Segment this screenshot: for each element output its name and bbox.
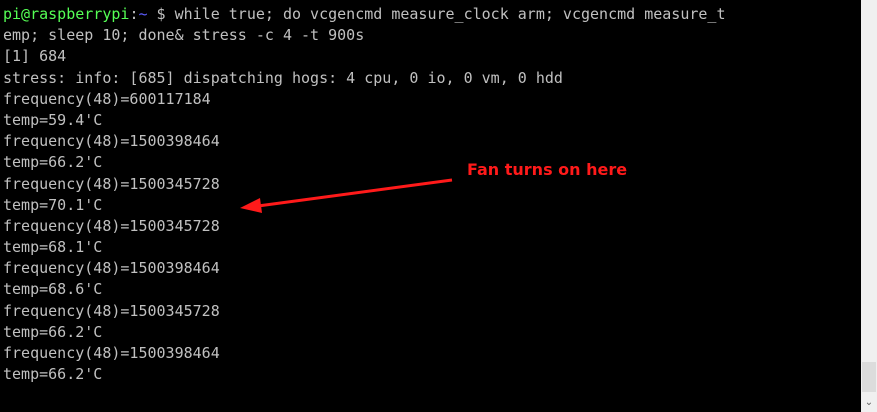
terminal-output-line: frequency(48)=1500398464 <box>3 259 220 278</box>
terminal-output-line: frequency(48)=1500398464 <box>3 344 220 362</box>
terminal-window[interactable]: pi@raspberrypi:~ $ while true; do vcgenc… <box>0 0 861 412</box>
screenshot-frame: pi@raspberrypi:~ $ while true; do vcgenc… <box>0 0 877 412</box>
prompt-symbol: $ <box>147 5 175 23</box>
terminal-output-line: frequency(48)=600117184 <box>3 89 211 108</box>
scrollbar-thumb[interactable] <box>862 362 876 392</box>
prompt-path: ~ <box>138 5 148 23</box>
fan-annotation-label: Fan turns on here <box>467 160 628 179</box>
terminal-output-line: temp=66.2'C <box>3 365 103 384</box>
terminal-output-line: frequency(48)=1500345728 <box>3 216 220 235</box>
terminal-output-line: stress: info: [685] dispatching hogs: 4 … <box>3 68 563 87</box>
terminal-output-line: frequency(48)=1500398464 <box>3 132 220 151</box>
terminal-output-line: temp=59.4'C <box>3 110 103 129</box>
terminal-output-line: emp; sleep 10; done& stress -c 4 -t 900s <box>3 26 365 45</box>
terminal-output-line: temp=68.1'C <box>3 238 103 257</box>
terminal-output-line: temp=66.2'C <box>3 322 103 341</box>
terminal-output-line: frequency(48)=1500345728 <box>3 174 220 193</box>
terminal-output-line: temp=66.2'C <box>3 153 103 172</box>
terminal-output-line: [1] 684 <box>3 47 67 66</box>
command-text: while true; do vcgencmd measure_clock ar… <box>174 5 726 23</box>
terminal-output-line: frequency(48)=1500345728 <box>3 301 220 320</box>
command-line: pi@raspberrypi:~ $ while true; do vcgenc… <box>3 4 861 25</box>
terminal-output: emp; sleep 10; done& stress -c 4 -t 900s… <box>3 25 861 385</box>
vertical-scrollbar[interactable]: ⌄ <box>861 0 877 412</box>
scroll-down-arrow-icon[interactable]: ⌄ <box>861 394 877 412</box>
prompt-user-host: pi@raspberrypi <box>3 5 130 23</box>
terminal-output-line: temp=70.1'C <box>3 195 103 214</box>
terminal-output-line: temp=68.6'C <box>3 280 103 299</box>
